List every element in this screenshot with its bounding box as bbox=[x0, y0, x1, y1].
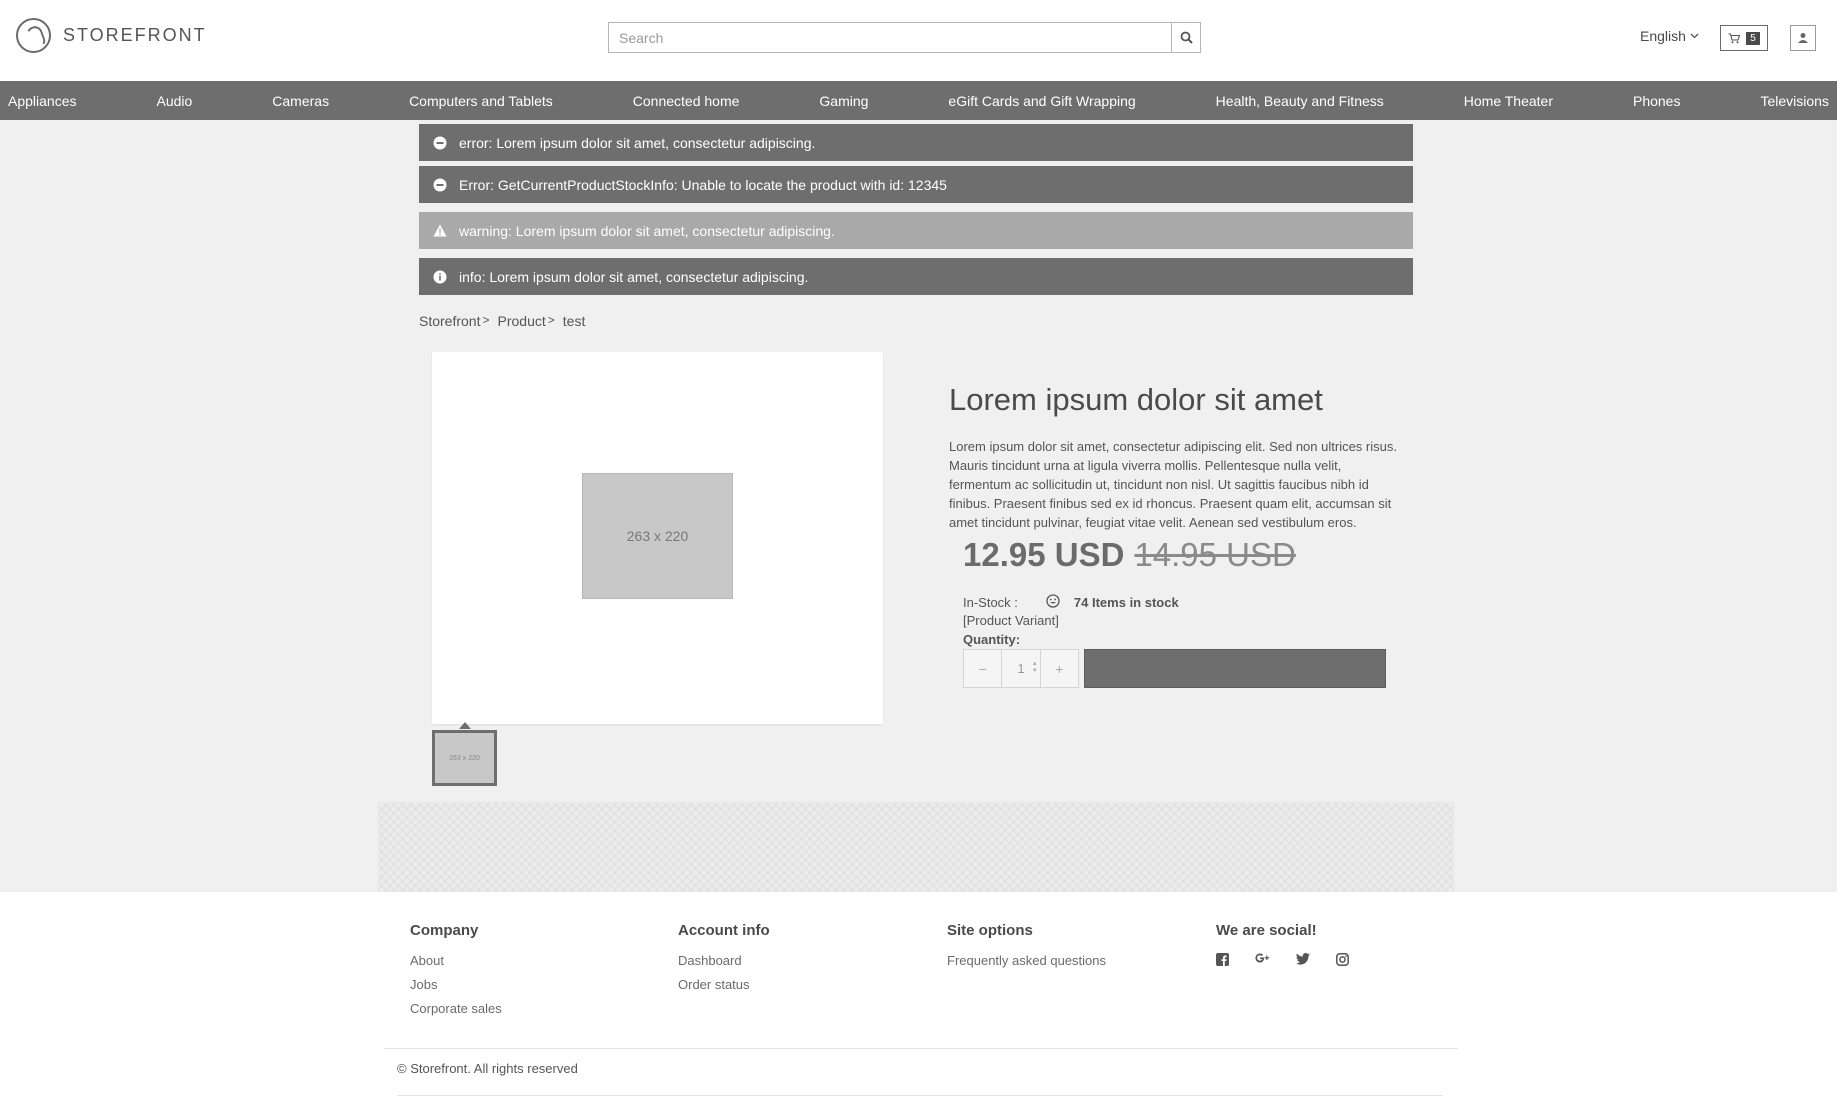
instagram-icon[interactable] bbox=[1336, 953, 1349, 966]
minus-circle-icon bbox=[433, 178, 447, 192]
logo[interactable]: STOREFRONT bbox=[16, 18, 207, 53]
alert-info: info: Lorem ipsum dolor sit amet, consec… bbox=[419, 258, 1413, 295]
minus-circle-icon bbox=[433, 136, 447, 150]
alert-text: Error: GetCurrentProductStockInfo: Unabl… bbox=[459, 176, 947, 193]
nav-item-gaming[interactable]: Gaming bbox=[819, 93, 868, 109]
logo-text: STOREFRONT bbox=[63, 25, 207, 45]
quantity-stepper: − 1 ▲ ▼ + bbox=[963, 649, 1079, 688]
footer-link-about[interactable]: About bbox=[410, 953, 502, 968]
original-price: 14.95 USD bbox=[1134, 536, 1296, 573]
twitter-icon[interactable] bbox=[1296, 953, 1310, 965]
decrease-quantity-button[interactable]: − bbox=[964, 650, 1001, 687]
alert-error: error: Lorem ipsum dolor sit amet, conse… bbox=[419, 124, 1413, 161]
image-placeholder: 263 x 220 bbox=[582, 473, 733, 599]
current-price: 12.95 USD bbox=[963, 536, 1125, 573]
footer-column-social: We are social! bbox=[1216, 922, 1349, 966]
quantity-input[interactable]: 1 ▲ ▼ bbox=[1001, 650, 1041, 687]
nav-item-audio[interactable]: Audio bbox=[156, 93, 192, 109]
stock-count: 74 Items in stock bbox=[1073, 595, 1179, 610]
chevron-down-icon bbox=[1690, 33, 1699, 39]
nav-item-cameras[interactable]: Cameras bbox=[272, 93, 329, 109]
quantity-label: Quantity: bbox=[963, 632, 1021, 647]
site-header: STOREFRONT English 5 bbox=[0, 0, 1837, 81]
nav-item-televisions[interactable]: Televisions bbox=[1760, 93, 1828, 109]
search-input[interactable] bbox=[609, 23, 1171, 52]
cart-button[interactable]: 5 bbox=[1720, 25, 1768, 51]
language-selector[interactable]: English bbox=[1640, 28, 1699, 44]
thumb-caret-icon bbox=[459, 722, 471, 729]
search-icon bbox=[1180, 31, 1193, 44]
breadcrumb-separator: > bbox=[547, 313, 555, 327]
footer-heading: Account info bbox=[678, 922, 770, 939]
search-button[interactable] bbox=[1171, 23, 1200, 52]
account-button[interactable] bbox=[1790, 25, 1816, 51]
user-icon bbox=[1798, 33, 1808, 43]
promo-band bbox=[378, 802, 1454, 892]
footer-heading: Company bbox=[410, 922, 479, 939]
copyright: © Storefront. All rights reserved bbox=[397, 1061, 578, 1076]
alert-text: info: Lorem ipsum dolor sit amet, consec… bbox=[459, 268, 809, 285]
nav-item-computers[interactable]: Computers and Tablets bbox=[409, 93, 553, 109]
footer-link-corporate-sales[interactable]: Corporate sales bbox=[410, 1001, 502, 1016]
footer-heading: Site options bbox=[947, 922, 1033, 939]
stock-label: In-Stock : bbox=[963, 595, 1018, 610]
smile-icon bbox=[1046, 594, 1060, 611]
alert-text: warning: Lorem ipsum dolor sit amet, con… bbox=[459, 222, 835, 239]
product-price: 12.95 USD 14.95 USD bbox=[963, 536, 1296, 574]
google-plus-icon[interactable] bbox=[1255, 953, 1270, 964]
increase-quantity-button[interactable]: + bbox=[1041, 650, 1078, 687]
category-nav: Appliances Audio Cameras Computers and T… bbox=[0, 81, 1837, 120]
product-variant: [Product Variant] bbox=[963, 613, 1059, 628]
nav-item-health[interactable]: Health, Beauty and Fitness bbox=[1216, 93, 1384, 109]
breadcrumb-item-current: test bbox=[562, 313, 586, 329]
breadcrumb-item-storefront[interactable]: Storefront bbox=[419, 313, 480, 329]
alert-text: error: Lorem ipsum dolor sit amet, conse… bbox=[459, 134, 816, 151]
warning-icon bbox=[433, 224, 447, 238]
social-links bbox=[1216, 953, 1349, 966]
facebook-icon[interactable] bbox=[1216, 953, 1229, 966]
nav-item-connected-home[interactable]: Connected home bbox=[633, 93, 740, 109]
stock-info: In-Stock : 74 Items in stock bbox=[963, 594, 1179, 611]
nav-item-egift[interactable]: eGift Cards and Gift Wrapping bbox=[948, 93, 1135, 109]
footer-link-faq[interactable]: Frequently asked questions bbox=[947, 953, 1106, 968]
nav-item-appliances[interactable]: Appliances bbox=[8, 93, 77, 109]
product-title: Lorem ipsum dolor sit amet bbox=[949, 382, 1323, 417]
search-bar bbox=[608, 22, 1201, 53]
info-icon bbox=[433, 270, 447, 284]
language-label: English bbox=[1640, 28, 1686, 44]
site-footer: Company About Jobs Corporate sales Accou… bbox=[0, 892, 1837, 1101]
footer-column-site: Site options Frequently asked questions bbox=[947, 922, 1106, 977]
spinner-arrows-icon: ▲ ▼ bbox=[1031, 661, 1038, 674]
product-description: Lorem ipsum dolor sit amet, consectetur … bbox=[949, 439, 1397, 530]
nav-item-phones[interactable]: Phones bbox=[1633, 93, 1680, 109]
breadcrumb-item-product[interactable]: Product bbox=[498, 313, 546, 329]
footer-link-dashboard[interactable]: Dashboard bbox=[678, 953, 770, 968]
footer-column-company: Company About Jobs Corporate sales bbox=[410, 922, 502, 1025]
cart-icon bbox=[1728, 32, 1741, 43]
breadcrumb: Storefront > Product > test bbox=[419, 313, 585, 329]
nav-item-home-theater[interactable]: Home Theater bbox=[1464, 93, 1553, 109]
cart-count-badge: 5 bbox=[1746, 31, 1760, 45]
footer-divider bbox=[384, 1048, 1458, 1049]
footer-column-account: Account info Dashboard Order status bbox=[678, 922, 770, 1001]
product-main-image[interactable]: 263 x 220 bbox=[432, 352, 883, 724]
quantity-value: 1 bbox=[1017, 661, 1025, 676]
product-thumbnail[interactable]: 263 x 220 bbox=[432, 730, 497, 786]
footer-link-order-status[interactable]: Order status bbox=[678, 977, 770, 992]
add-to-cart-button[interactable]: Add to cart bbox=[1084, 649, 1386, 688]
alert-error: Error: GetCurrentProductStockInfo: Unabl… bbox=[419, 166, 1413, 203]
footer-divider bbox=[397, 1095, 1443, 1096]
footer-link-jobs[interactable]: Jobs bbox=[410, 977, 502, 992]
logo-icon bbox=[16, 18, 51, 53]
alert-warning: warning: Lorem ipsum dolor sit amet, con… bbox=[419, 212, 1413, 249]
footer-heading: We are social! bbox=[1216, 922, 1317, 939]
breadcrumb-separator: > bbox=[482, 313, 490, 327]
